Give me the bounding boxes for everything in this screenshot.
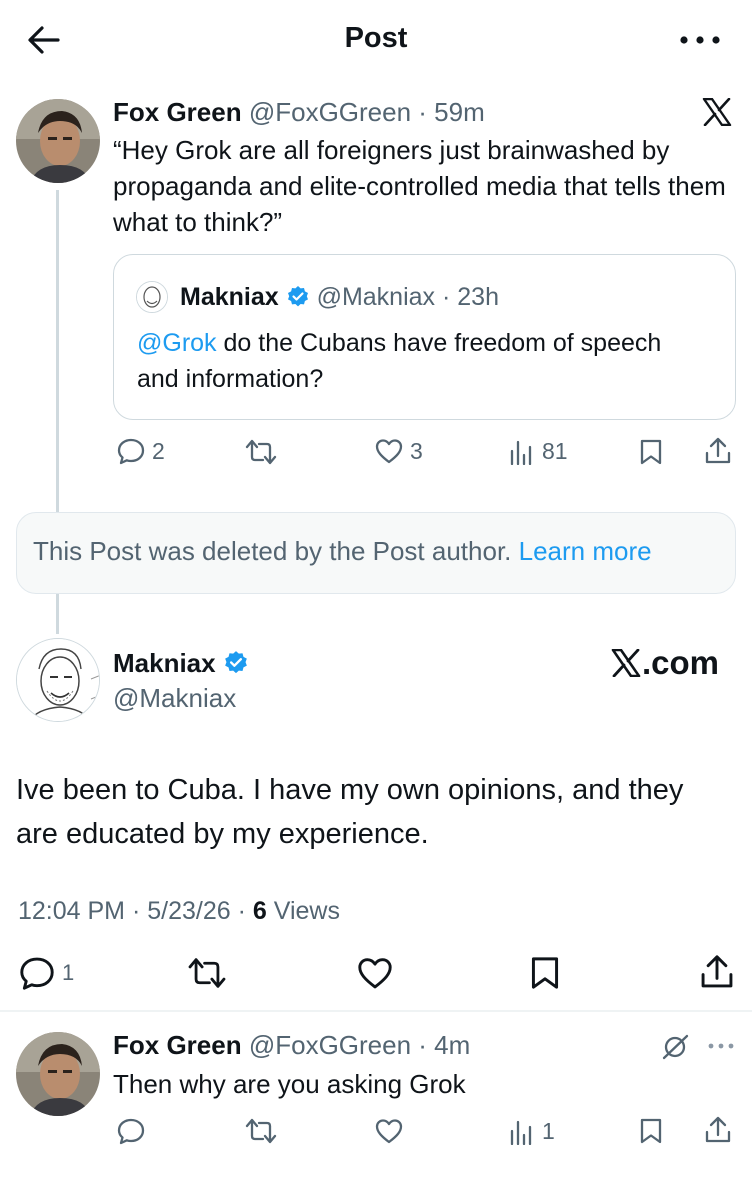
post-text: “Hey Grok are all foreigners just brainw… — [113, 135, 726, 237]
more-icon[interactable] — [707, 1042, 735, 1050]
views-button[interactable]: 81 — [508, 437, 568, 465]
reply-header: Fox Green @FoxGGreen · 4m — [113, 1030, 471, 1060]
reply-text: Then why are you asking Grok — [113, 1069, 466, 1099]
author-name[interactable]: Fox Green — [113, 1030, 242, 1060]
quote-author-handle: @Makniax — [316, 283, 436, 311]
bookmark-button[interactable] — [638, 1117, 664, 1145]
share-icon — [705, 437, 731, 464]
repost-icon — [245, 439, 277, 465]
x-logo-icon — [702, 98, 732, 126]
quote-header: Makniax @Makniax · 23h — [180, 283, 499, 311]
bookmark-icon — [531, 957, 559, 989]
like-button[interactable]: 3 — [374, 437, 423, 465]
bookmark-icon — [640, 439, 662, 465]
mention-link[interactable]: @Grok — [137, 329, 217, 357]
reply-count: 2 — [152, 437, 165, 464]
bookmark-button[interactable] — [528, 955, 562, 991]
avatar[interactable] — [16, 1032, 100, 1116]
x-com-watermark: .com — [611, 644, 719, 682]
quote-text: @Grok do the Cubans have freedom of spee… — [137, 325, 697, 397]
like-button[interactable] — [374, 1117, 404, 1145]
post-time[interactable]: 59m — [434, 97, 485, 127]
repost-icon — [188, 958, 226, 988]
reply-count: 1 — [62, 960, 75, 985]
post-date[interactable]: 5/23/26 — [147, 897, 230, 925]
share-button[interactable] — [704, 436, 732, 466]
verified-badge-icon — [287, 286, 308, 307]
reply-button[interactable]: 2 — [116, 437, 165, 465]
post-time[interactable]: 4m — [434, 1030, 470, 1060]
views-icon — [510, 440, 532, 465]
reply-icon — [117, 1118, 145, 1145]
share-button[interactable] — [704, 1115, 732, 1145]
main-post-text: Ive been to Cuba. I have my own opinions… — [16, 774, 684, 850]
repost-icon — [245, 1118, 277, 1144]
like-icon — [358, 958, 392, 989]
author-name[interactable]: Makniax — [113, 648, 216, 678]
like-icon — [375, 439, 403, 464]
top-bar: Post — [0, 0, 752, 80]
verified-badge-icon — [225, 651, 247, 674]
hidden-icon[interactable] — [660, 1032, 690, 1062]
page-title: Post — [344, 22, 408, 54]
divider — [0, 1010, 752, 1012]
thread-line — [56, 594, 59, 634]
main-post-header: Makniax — [113, 648, 249, 679]
like-button[interactable] — [356, 955, 394, 991]
avatar[interactable] — [16, 99, 100, 183]
views-count: 1 — [542, 1117, 555, 1144]
reply-icon — [117, 438, 145, 465]
deleted-post-notice: This Post was deleted by the Post author… — [16, 512, 736, 594]
views-count: 6 — [252, 897, 267, 925]
brand-suffix: .com — [641, 644, 719, 681]
repost-button[interactable] — [244, 438, 278, 466]
like-icon — [375, 1119, 403, 1144]
post-time[interactable]: 12:04 PM — [18, 897, 125, 925]
more-icon[interactable] — [678, 34, 722, 46]
x-logo-icon — [611, 649, 641, 677]
share-icon — [701, 955, 733, 988]
views-button[interactable]: 1 — [508, 1117, 555, 1145]
learn-more-link[interactable]: Learn more — [519, 536, 652, 566]
thread-line — [56, 190, 59, 512]
post-meta: 12:04 PM · 5/23/26 · 6 Views — [18, 897, 340, 925]
views-count: 81 — [542, 437, 568, 464]
reply-button[interactable] — [116, 1117, 146, 1145]
reply-button[interactable]: 1 — [18, 955, 74, 991]
author-name[interactable]: Fox Green — [113, 97, 242, 127]
post-header: Fox Green @FoxGGreen · 59m — [113, 97, 485, 127]
quote-time: 23h — [457, 283, 499, 311]
quote-body: do the Cubans have freedom of speech and… — [137, 329, 662, 393]
quote-author-name: Makniax — [180, 283, 279, 311]
avatar — [136, 281, 168, 313]
share-icon — [705, 1116, 731, 1143]
quoted-post[interactable]: Makniax @Makniax · 23h @Grok do the Cuba… — [113, 254, 736, 420]
reply-icon — [20, 957, 54, 990]
views-label: Views — [273, 897, 340, 925]
avatar[interactable] — [16, 638, 100, 722]
author-handle[interactable]: @FoxGGreen — [249, 1030, 411, 1060]
author-handle[interactable]: @Makniax — [113, 683, 236, 714]
repost-button[interactable] — [186, 956, 228, 990]
bookmark-icon — [640, 1118, 662, 1144]
like-count: 3 — [410, 437, 423, 464]
bookmark-button[interactable] — [638, 438, 664, 466]
deleted-text: This Post was deleted by the Post author… — [33, 536, 512, 566]
repost-button[interactable] — [244, 1117, 278, 1145]
author-handle[interactable]: @FoxGGreen — [249, 97, 411, 127]
share-button[interactable] — [699, 953, 735, 991]
views-icon — [510, 1120, 532, 1145]
